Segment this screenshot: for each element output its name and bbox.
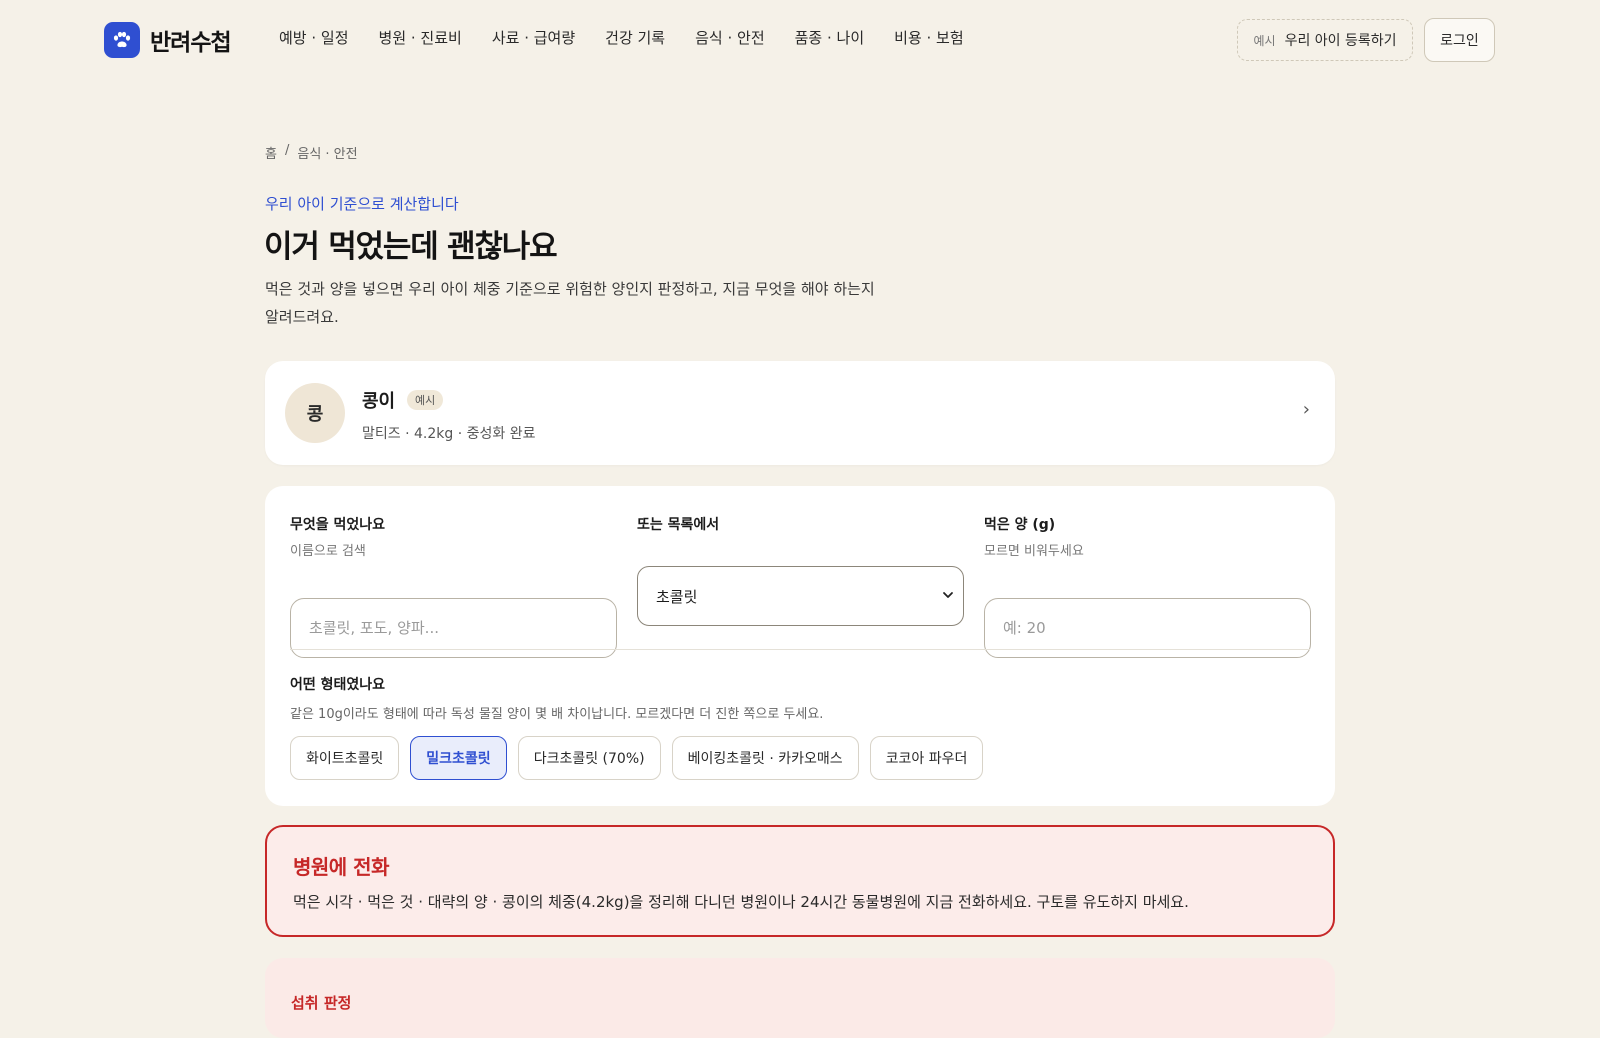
food-list-field: 또는 목록에서 초콜릿 [637,514,964,626]
amount-hint: 모르면 비워두세요 [984,544,1084,559]
option-milk-chocolate[interactable]: 밀크초콜릿 [410,736,507,780]
chevron-right-icon: › [1302,399,1310,420]
option-white-chocolate[interactable]: 화이트초콜릿 [290,736,400,780]
form-type-options: 화이트초콜릿 밀크초콜릿 다크초콜릿 (70%) 베이킹초콜릿 · 카카오매스 … [290,736,984,780]
chevron-down-icon [941,587,955,606]
food-input-card: 무엇을 먹었나요 이름으로 검색 또는 목록에서 초콜릿 먹은 양 (g) 모르… [265,486,1335,806]
verdict-title: 섭취 판정 [291,994,352,1012]
food-list-label: 또는 목록에서 [637,517,720,533]
nav-item-health[interactable]: 건강 기록 [605,27,665,48]
example-badge: 예시 [407,390,444,410]
register-pet-button[interactable]: 예시 우리 아이 등록하기 [1237,19,1413,61]
food-select-value: 초콜릿 [656,587,698,606]
breadcrumb-separator: / [284,143,290,158]
brand-name: 반려수첩 [150,30,232,56]
nav-item-prevention[interactable]: 예방 · 일정 [279,27,349,48]
brand-logo[interactable]: 반려수첩 [104,22,232,58]
option-baking-chocolate[interactable]: 베이킹초콜릿 · 카카오매스 [671,736,859,780]
page-title: 이거 먹었는데 괜찮나요 [264,229,558,265]
alert-title: 병원에 전화 [293,855,389,879]
form-type-label: 어떤 형태였나요 [290,677,386,693]
breadcrumb: 홈 / 음식 · 안전 [265,143,358,162]
option-dark-chocolate[interactable]: 다크초콜릿 (70%) [517,736,661,780]
page-kicker: 우리 아이 기준으로 계산합니다 [265,195,459,213]
breadcrumb-home[interactable]: 홈 [265,143,277,162]
pet-profile-card[interactable]: 콩 콩이 예시 말티즈 · 4.2kg · 중성화 완료 › [265,361,1335,465]
amount-field: 먹은 양 (g) 모르면 비워두세요 [984,514,1311,658]
nav-item-cost[interactable]: 비용 · 보험 [894,27,964,48]
nav-item-feed[interactable]: 사료 · 급여량 [492,27,575,48]
food-select[interactable]: 초콜릿 [637,566,964,626]
food-search-field: 무엇을 먹었나요 이름으로 검색 [290,514,617,658]
alert-body: 먹은 시각 · 먹은 것 · 대략의 양 · 콩이의 체중(4.2kg)을 정리… [293,893,1189,911]
example-tag: 예시 [1253,33,1276,48]
pet-meta: 말티즈 · 4.2kg · 중성화 완료 [362,426,536,442]
option-cocoa-powder[interactable]: 코코아 파우더 [869,736,984,780]
nav-item-breed[interactable]: 품종 · 나이 [795,27,865,48]
breadcrumb-current: 음식 · 안전 [297,147,358,162]
login-button[interactable]: 로그인 [1424,18,1495,62]
food-search-label: 무엇을 먹었나요 [290,517,386,533]
food-search-hint: 이름으로 검색 [290,544,366,559]
amount-label: 먹은 양 (g) [984,517,1056,533]
call-vet-alert: 병원에 전화 먹은 시각 · 먹은 것 · 대략의 양 · 콩이의 체중(4.2… [265,825,1335,937]
site-header: 반려수첩 예방 · 일정 병원 · 진료비 사료 · 급여량 건강 기록 음식 … [0,0,1600,80]
pet-name: 콩이 [362,391,396,412]
form-divider [290,649,1310,650]
nav-item-food-safety[interactable]: 음식 · 안전 [695,27,765,48]
pet-avatar: 콩 [285,383,345,443]
verdict-card: 섭취 판정 [265,958,1335,1038]
main-nav: 예방 · 일정 병원 · 진료비 사료 · 급여량 건강 기록 음식 · 안전 … [279,27,964,48]
nav-item-hospital[interactable]: 병원 · 진료비 [379,27,462,48]
register-pet-label: 우리 아이 등록하기 [1284,33,1397,49]
page-description: 먹은 것과 양을 넣으면 우리 아이 체중 기준으로 위험한 양인지 판정하고,… [265,280,875,326]
form-type-hint: 같은 10g이라도 형태에 따라 독성 물질 양이 몇 배 차이납니다. 모르겠… [290,707,824,722]
paw-icon [104,22,140,58]
